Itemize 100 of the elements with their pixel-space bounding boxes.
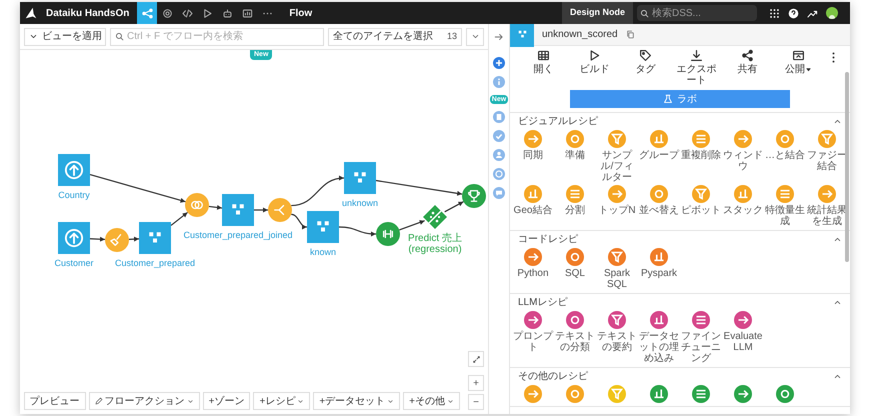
dataset-node[interactable]: [344, 162, 376, 194]
recipe-label[interactable]: テキストの分類: [554, 331, 596, 353]
recipe-label[interactable]: サンプル/フィルター: [596, 150, 638, 183]
recipe-node[interactable]: [268, 198, 292, 222]
recipe-label[interactable]: SQL: [554, 268, 596, 279]
recipe-icon[interactable]: [524, 311, 542, 329]
recipe-label[interactable]: ピボット: [680, 205, 722, 216]
fit-button[interactable]: [468, 351, 484, 367]
recipe-label[interactable]: 特徴量生成: [764, 205, 806, 227]
toolbar-button[interactable]: +データセット: [313, 392, 400, 410]
recipe-icon[interactable]: [776, 185, 794, 203]
recipe-icon[interactable]: [524, 248, 542, 266]
recipe-node[interactable]: [376, 222, 400, 246]
recipe-icon[interactable]: [734, 130, 752, 148]
arrow-right-icon[interactable]: [494, 32, 504, 42]
recipe-icon[interactable]: [608, 130, 626, 148]
toolbar-button[interactable]: プレビュー: [24, 392, 86, 410]
document-icon[interactable]: [493, 111, 505, 123]
recipe-label[interactable]: Geo結合: [512, 205, 554, 216]
recipe-icon[interactable]: [566, 185, 584, 203]
dataset-node[interactable]: [58, 154, 90, 186]
recipe-label[interactable]: テキストの要約: [596, 331, 638, 353]
zoom-button[interactable]: +: [468, 375, 484, 391]
grid-icon[interactable]: [769, 8, 780, 18]
recipe-icon[interactable]: [692, 130, 710, 148]
chevron-icon[interactable]: [833, 372, 842, 381]
chevron-icon[interactable]: [833, 298, 842, 307]
recipe-icon[interactable]: [692, 311, 710, 329]
recipe-label[interactable]: Python: [512, 268, 554, 279]
recipe-icon[interactable]: [776, 130, 794, 148]
action-button[interactable]: 共有: [724, 49, 770, 75]
zoom-button[interactable]: −: [468, 394, 484, 410]
action-button[interactable]: タグ: [622, 49, 668, 75]
toolbar-button[interactable]: +レシピ: [253, 392, 310, 410]
recipe-icon[interactable]: [566, 248, 584, 266]
recipe-icon[interactable]: [650, 130, 668, 148]
recipe-label[interactable]: スタック: [722, 205, 764, 216]
action-button[interactable]: 開く: [520, 49, 566, 75]
recipe-label[interactable]: ウィンドウ: [722, 150, 764, 172]
check-icon[interactable]: [493, 130, 505, 142]
target-icon[interactable]: [493, 168, 505, 180]
recipe-label[interactable]: プロンプト: [512, 331, 554, 353]
recipe-icon[interactable]: [692, 385, 710, 403]
person-icon[interactable]: [493, 149, 505, 161]
recipe-label[interactable]: Pyspark: [638, 268, 680, 279]
recipe-icon[interactable]: [608, 385, 626, 403]
avatar[interactable]: [826, 7, 838, 19]
info-icon[interactable]: [493, 76, 505, 88]
toolbar-button[interactable]: +ゾーン: [202, 392, 250, 410]
recipe-icon[interactable]: [566, 311, 584, 329]
add-icon[interactable]: [493, 57, 505, 69]
recipe-label[interactable]: トップN: [596, 205, 638, 216]
recipe-label[interactable]: 同期: [512, 150, 554, 161]
recipe-icon[interactable]: [692, 185, 710, 203]
scrollbar[interactable]: [845, 72, 849, 262]
recipe-icon[interactable]: [650, 311, 668, 329]
recipe-label[interactable]: 重複削除: [680, 150, 722, 161]
chevron-icon[interactable]: [833, 235, 842, 244]
dataset-node[interactable]: [58, 222, 90, 254]
action-button[interactable]: エクスポート: [674, 49, 720, 86]
recipe-label[interactable]: Spark SQL: [596, 268, 638, 290]
recipe-label[interactable]: データセットの埋め込み: [638, 331, 680, 364]
action-button[interactable]: 公開: [776, 49, 822, 75]
recipe-icon[interactable]: [776, 385, 794, 403]
recipe-icon[interactable]: [650, 248, 668, 266]
recipe-icon[interactable]: [650, 185, 668, 203]
recipe-icon[interactable]: [734, 311, 752, 329]
dataset-node[interactable]: [222, 194, 254, 226]
recipe-node[interactable]: [462, 184, 486, 208]
recipe-icon[interactable]: [524, 385, 542, 403]
dataset-node[interactable]: [307, 211, 339, 243]
toolbar-button[interactable]: フローアクション: [88, 392, 200, 410]
help-icon[interactable]: [788, 8, 799, 18]
dropdown-button[interactable]: [466, 28, 484, 46]
recipe-icon[interactable]: [566, 385, 584, 403]
recipe-icon[interactable]: [566, 130, 584, 148]
select-dropdown[interactable]: 全てのアイテムを選択 13: [328, 28, 462, 46]
recipe-node[interactable]: [185, 193, 209, 217]
recipe-label[interactable]: 並べ替え: [638, 205, 680, 216]
search-input[interactable]: Ctrl + F でフロー内を検索: [127, 28, 323, 44]
chevron-icon[interactable]: [833, 117, 842, 126]
recipe-label[interactable]: グループ: [638, 150, 680, 161]
recipe-label[interactable]: …と結合: [764, 150, 806, 161]
search-field[interactable]: Ctrl + F でフロー内を検索: [110, 28, 324, 46]
chat-icon[interactable]: [493, 187, 505, 199]
recipe-label[interactable]: ファインチューニング: [680, 331, 722, 364]
recipe-icon[interactable]: [524, 185, 542, 203]
recipe-icon[interactable]: [650, 385, 668, 403]
nav-tab[interactable]: [137, 2, 158, 24]
view-dropdown[interactable]: ビューを適用: [24, 28, 106, 46]
recipe-icon[interactable]: [608, 185, 626, 203]
recipe-icon[interactable]: [524, 130, 542, 148]
recipe-icon[interactable]: [734, 185, 752, 203]
recipe-label[interactable]: 分割: [554, 205, 596, 216]
recipe-icon[interactable]: [608, 248, 626, 266]
recipe-icon[interactable]: [734, 385, 752, 403]
dataset-node[interactable]: [139, 222, 171, 254]
recipe-label[interactable]: Evaluate LLM: [722, 331, 764, 353]
recipe-label[interactable]: 準備: [554, 150, 596, 161]
action-button[interactable]: ビルド: [572, 49, 618, 75]
